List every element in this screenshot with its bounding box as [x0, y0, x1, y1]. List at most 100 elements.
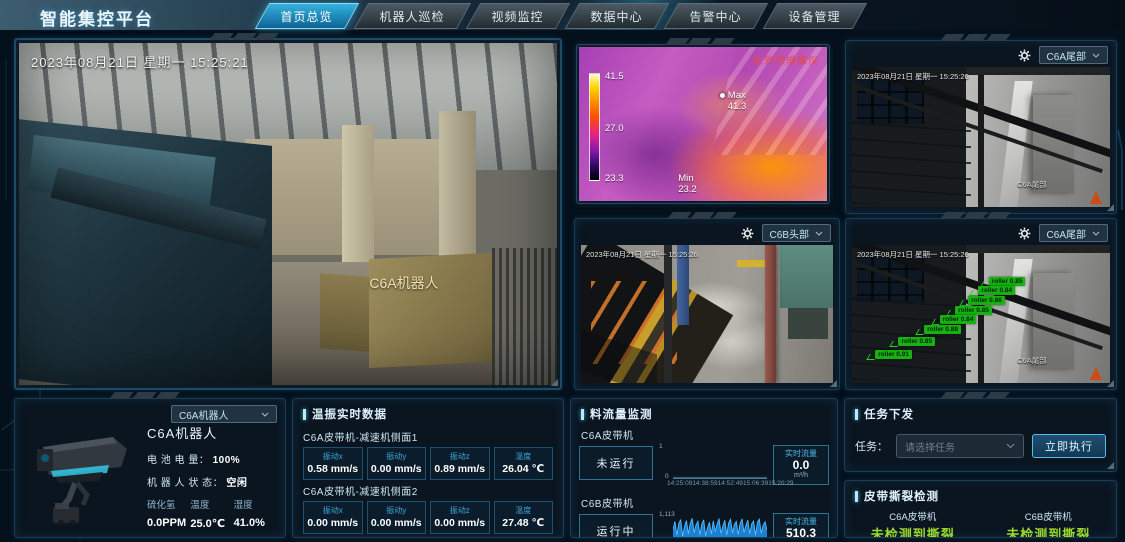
- vibration-data-panel: 温振实时数据 C6A皮带机-减速机侧面1 振动x0.58 mm/s 振动y0.0…: [292, 398, 564, 538]
- tab-alarm-center[interactable]: 告警中心: [664, 3, 768, 29]
- sensor-name: C6A皮带机-减速机侧面2: [303, 483, 553, 498]
- scene-detail: [737, 260, 767, 267]
- camera-header: C6A尾部: [846, 41, 1116, 67]
- flow-value: 510.3: [774, 527, 828, 538]
- detection-label: roller 0.84: [940, 315, 977, 324]
- belt-status-badge: 未运行: [579, 446, 653, 480]
- task-form-row: 任务： 请选择任务 立即执行: [845, 426, 1116, 458]
- chevron-down-icon: [261, 412, 269, 417]
- panel-title: 温振实时数据: [293, 399, 563, 426]
- tear-result: 未检测到撕裂: [845, 524, 981, 538]
- h2s-label: 硫化氢: [147, 497, 190, 511]
- resize-handle[interactable]: [1107, 204, 1114, 211]
- tick-label: 15:06:39: [743, 480, 768, 487]
- tab-label: 首页总览: [280, 4, 332, 30]
- chevron-down-icon: [1006, 443, 1015, 449]
- gear-icon[interactable]: [1018, 49, 1031, 62]
- tab-data-center[interactable]: 数据中心: [565, 3, 669, 29]
- belt-name: C6A皮带机: [845, 509, 981, 523]
- chevron-down-icon: [1092, 53, 1100, 58]
- reading-cell: 振动x0.00 mm/s: [303, 501, 363, 534]
- app-title: 智能集控平台: [40, 5, 154, 30]
- robot-status-panel: C6A机器人 C6A机器人 电 池 电 量： 100% 机 器 人 状 态：: [14, 398, 286, 538]
- reading-label: 温度: [495, 451, 553, 462]
- thermal-min-marker: Min 23.2: [678, 173, 697, 195]
- flow-value: 0.0: [774, 459, 828, 472]
- battery-row: 电 池 电 量： 100%: [147, 451, 277, 466]
- video-watermark: C6A尾部: [1017, 179, 1047, 190]
- panel-notch-decoration: [212, 33, 276, 40]
- resize-handle[interactable]: [1107, 462, 1114, 469]
- max-point-dot: [720, 93, 725, 98]
- reading-value: 0.00 mm/s: [368, 463, 426, 475]
- flow-unit: m³/h: [774, 472, 828, 479]
- video-watermark: C6A机器人: [369, 273, 438, 293]
- video-timestamp: 2023年08月21日 星期一 15:25:26: [586, 249, 698, 260]
- panel-notch-decoration: [668, 38, 732, 45]
- scene-detail: [788, 308, 828, 338]
- detection-label: roller 0.91: [875, 350, 912, 359]
- thermal-max-marker: Max 41.3: [728, 90, 747, 112]
- resize-handle[interactable]: [1107, 380, 1114, 387]
- realtime-flow-readout: 实时流量 510.3 m³/h: [773, 513, 829, 538]
- reading-cell: 温度26.04 ℃: [494, 447, 554, 480]
- gear-icon[interactable]: [1018, 227, 1031, 240]
- scene-detail: [1090, 367, 1102, 380]
- material-flow-panel: 料流量监测 C6A皮带机 未运行 1 0 14:25:09 14:38:59 1…: [570, 398, 838, 538]
- panel-notch-decoration: [670, 212, 734, 219]
- tab-label: 视频监控: [491, 4, 543, 30]
- top-navbar: 智能集控平台 首页总览 机器人巡检 视频监控 数据中心 告警中心 设备管理: [0, 0, 1125, 30]
- camera-selector-dropdown[interactable]: C6A尾部: [1039, 224, 1108, 242]
- tab-home-overview[interactable]: 首页总览: [255, 3, 359, 29]
- robot-selector-dropdown[interactable]: C6A机器人: [171, 405, 277, 423]
- execute-now-button[interactable]: 立即执行: [1032, 434, 1106, 458]
- min-label: Min: [678, 173, 693, 184]
- panel-title: 任务下发: [845, 399, 1116, 426]
- tab-label: 机器人巡检: [379, 4, 444, 30]
- scene-detail: [978, 75, 983, 207]
- resize-handle[interactable]: [830, 380, 837, 387]
- panel-notch-decoration: [943, 34, 1007, 41]
- reading-value: 0.00 mm/s: [431, 517, 489, 529]
- camera-header: C6B头部: [575, 219, 839, 245]
- panel-notch-decoration: [667, 398, 731, 399]
- task-select-dropdown[interactable]: 请选择任务: [896, 434, 1024, 458]
- video-watermark: C6A尾部: [1017, 355, 1047, 366]
- thermal-scale-max: 41.5: [605, 71, 624, 82]
- vibration-group: C6A皮带机-减速机侧面1 振动x0.58 mm/s 振动y0.00 mm/s …: [293, 429, 563, 480]
- min-value: 23.2: [678, 184, 697, 195]
- task-dispatch-panel: 任务下发 任务： 请选择任务 立即执行: [844, 398, 1117, 472]
- tear-result: 未检测到撕裂: [981, 524, 1117, 538]
- panel-notch-decoration: [943, 392, 1007, 399]
- camera-header: C6A尾部: [846, 219, 1116, 245]
- scene-detail: [765, 245, 776, 383]
- gear-icon[interactable]: [741, 227, 754, 240]
- battery-label: 电 池 电 量：: [147, 455, 209, 466]
- belt-name: C6A皮带机: [571, 426, 837, 444]
- reading-cell: 温度27.48 ℃: [494, 501, 554, 534]
- robot-info: C6A机器人 电 池 电 量： 100% 机 器 人 状 态： 空闲 硫化氢 温…: [147, 423, 277, 530]
- camera-selector-dropdown[interactable]: C6A尾部: [1039, 46, 1108, 64]
- tick-label: 15:20:29: [768, 480, 793, 487]
- belt-status: 运行中: [597, 523, 636, 538]
- robot-illustration: [25, 425, 137, 529]
- reading-cell: 振动z0.89 mm/s: [430, 447, 490, 480]
- tab-device-management[interactable]: 设备管理: [763, 3, 867, 29]
- humidity-value: 41.0%: [234, 517, 277, 530]
- resize-handle[interactable]: [551, 379, 558, 386]
- video-timestamp: 2023年08月21日 星期一 15:25:26: [857, 71, 969, 82]
- thermal-scale-min: 23.3: [605, 173, 624, 184]
- panel-notch-decoration: [943, 212, 1007, 219]
- h2s-value: 0.0PPM: [147, 517, 190, 530]
- detection-label: roller 0.88: [924, 325, 961, 334]
- sensor-readings-row: 振动x0.58 mm/s 振动y0.00 mm/s 振动z0.89 mm/s 温…: [303, 447, 553, 480]
- chevron-down-icon: [1092, 231, 1100, 236]
- belt-status-badge: 运行中: [579, 514, 653, 538]
- x-axis-ticks: 14:25:09 14:38:59 14:52:49 15:06:39 15:2…: [667, 480, 769, 487]
- scene-detail: [1090, 191, 1102, 204]
- camera-selector-dropdown[interactable]: C6B头部: [762, 224, 831, 242]
- video-timestamp: 2023年08月21日 星期一 15:25:26: [857, 249, 969, 260]
- main-camera-feed: 2023年08月21日 星期一 15:25:21 C6A机器人: [19, 43, 557, 385]
- tab-robot-inspection[interactable]: 机器人巡检: [354, 3, 471, 29]
- tab-video-monitoring[interactable]: 视频监控: [466, 3, 570, 29]
